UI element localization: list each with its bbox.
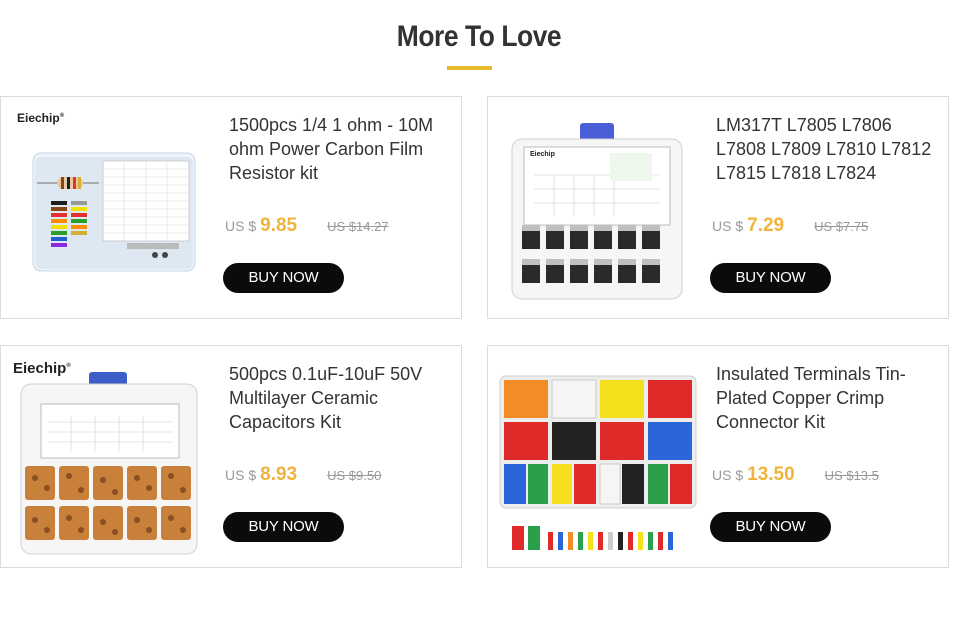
currency: US $ [225, 467, 257, 483]
buy-now-button[interactable]: BUY NOW [223, 512, 344, 542]
product-image[interactable]: Eiechip [494, 105, 700, 311]
price: 13.50 [747, 464, 795, 485]
product-card[interactable]: Eiechip® 500pcs 0.1uF-10uF 50V Multilaye… [0, 345, 462, 568]
price: 7.29 [747, 215, 785, 236]
product-name[interactable]: 1500pcs 1/4 1 ohm - 10M ohm Power Carbon… [229, 113, 459, 185]
product-name[interactable]: 500pcs 0.1uF-10uF 50V Multilayer Ceramic… [229, 362, 459, 434]
brand-logo: Eiechip® [17, 111, 65, 125]
buy-now-button[interactable]: BUY NOW [710, 512, 831, 542]
price: 8.93 [260, 464, 298, 485]
currency: US $ [712, 467, 744, 483]
product-image[interactable] [494, 354, 700, 560]
brand-logo: Eiechip [530, 151, 555, 158]
original-price: US $7.75 [814, 219, 869, 234]
original-price: US $14.27 [327, 219, 389, 234]
original-price: US $13.5 [824, 468, 879, 483]
price-row: US $ 7.29 US $7.75 [712, 215, 868, 241]
price-row: US $ 13.50 US $13.5 [712, 464, 879, 490]
price-row: US $ 9.85 US $14.27 [225, 215, 389, 241]
product-card[interactable]: Eiechip LM317T L7805 L7806 L7808 L7809 L… [487, 96, 949, 319]
currency: US $ [225, 218, 257, 234]
currency: US $ [712, 218, 744, 234]
section-title: More To Love [396, 20, 562, 53]
product-name[interactable]: LM317T L7805 L7806 L7808 L7809 L7810 L78… [716, 113, 946, 185]
product-card[interactable]: Eiechip® 1500pcs 1/4 1 ohm - 10M ohm Pow… [0, 96, 462, 319]
original-price: US $9.50 [327, 468, 382, 483]
product-image[interactable]: Eiechip® [7, 354, 213, 560]
buy-now-button[interactable]: BUY NOW [223, 263, 344, 293]
title-underline [447, 66, 492, 70]
price-row: US $ 8.93 US $9.50 [225, 464, 381, 490]
product-image[interactable]: Eiechip® [7, 105, 213, 311]
product-card[interactable]: Insulated Terminals Tin-Plated Copper Cr… [487, 345, 949, 568]
brand-logo: Eiechip® [13, 360, 71, 377]
buy-now-button[interactable]: BUY NOW [710, 263, 831, 293]
price: 9.85 [260, 215, 298, 236]
product-name[interactable]: Insulated Terminals Tin-Plated Copper Cr… [716, 362, 946, 434]
